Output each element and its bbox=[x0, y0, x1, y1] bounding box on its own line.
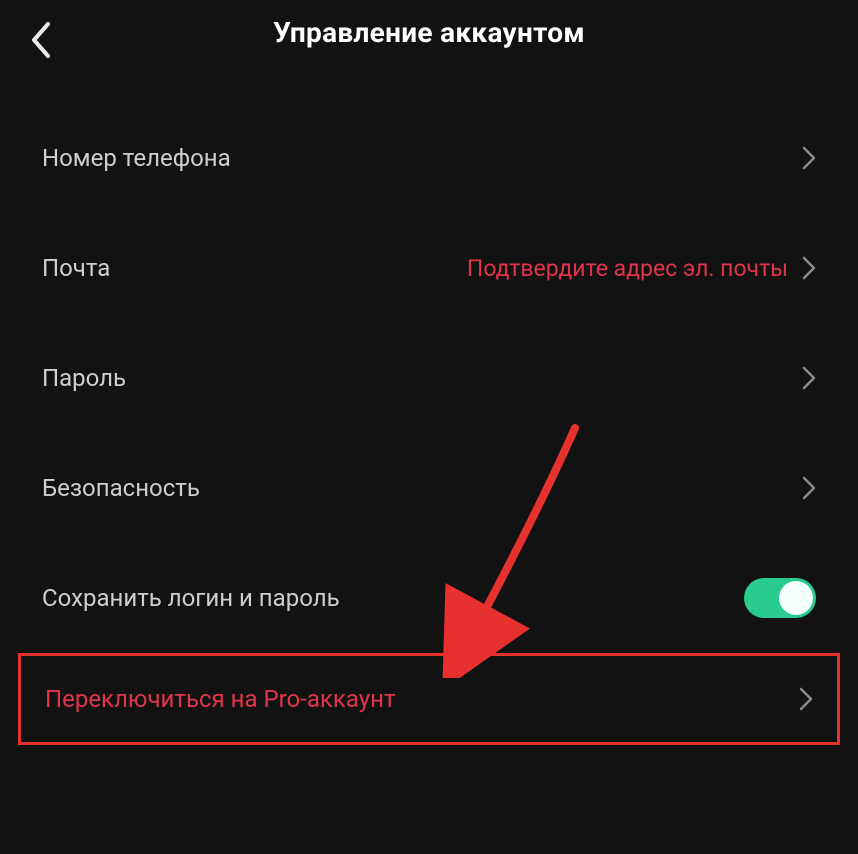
save-login-toggle[interactable] bbox=[744, 578, 816, 618]
settings-list: Номер телефона Почта Подтвердите адрес э… bbox=[0, 73, 858, 745]
row-security[interactable]: Безопасность bbox=[0, 433, 858, 543]
row-save-login-right bbox=[744, 578, 816, 618]
row-security-right bbox=[802, 476, 816, 500]
row-email-status: Подтвердите адрес эл. почты bbox=[467, 255, 788, 282]
chevron-right-icon bbox=[802, 256, 816, 280]
row-save-login-label: Сохранить логин и пароль bbox=[42, 584, 340, 612]
row-email[interactable]: Почта Подтвердите адрес эл. почты bbox=[0, 213, 858, 323]
row-email-label: Почта bbox=[42, 254, 110, 282]
toggle-knob bbox=[779, 581, 813, 615]
row-phone[interactable]: Номер телефона bbox=[0, 103, 858, 213]
row-phone-label: Номер телефона bbox=[42, 144, 231, 172]
row-password-label: Пароль bbox=[42, 364, 126, 392]
chevron-right-icon bbox=[799, 687, 813, 711]
row-pro-account-label: Переключиться на Pro-аккаунт bbox=[45, 685, 395, 713]
back-button[interactable] bbox=[28, 20, 54, 64]
chevron-right-icon bbox=[802, 476, 816, 500]
chevron-right-icon bbox=[802, 146, 816, 170]
row-save-login: Сохранить логин и пароль bbox=[0, 543, 858, 653]
row-email-right: Подтвердите адрес эл. почты bbox=[467, 255, 816, 282]
chevron-left-icon bbox=[28, 20, 54, 60]
row-pro-account[interactable]: Переключиться на Pro-аккаунт bbox=[18, 653, 840, 745]
row-password[interactable]: Пароль bbox=[0, 323, 858, 433]
row-security-label: Безопасность bbox=[42, 474, 200, 502]
chevron-right-icon bbox=[802, 366, 816, 390]
header: Управление аккаунтом bbox=[0, 0, 858, 73]
row-pro-account-right bbox=[799, 687, 813, 711]
row-phone-right bbox=[802, 146, 816, 170]
page-title: Управление аккаунтом bbox=[20, 16, 838, 49]
row-password-right bbox=[802, 366, 816, 390]
